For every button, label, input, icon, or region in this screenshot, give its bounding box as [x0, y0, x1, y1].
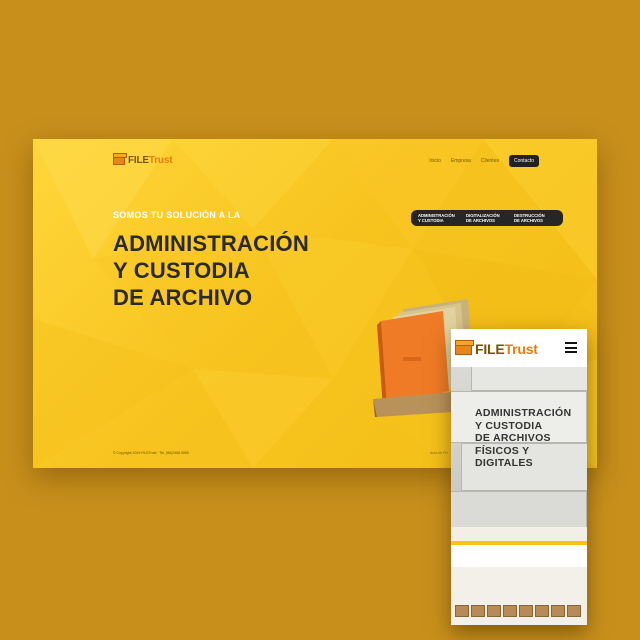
- desktop-nav: Inicio Empresa Clientes Contacto: [429, 155, 539, 167]
- nav-empresa[interactable]: Empresa: [451, 158, 471, 164]
- mobile-headline-line-3: DE ARCHIVOS: [475, 432, 551, 444]
- hero-headline-line-2: Y CUSTODIA: [113, 258, 250, 283]
- mobile-logo[interactable]: FILETrust: [455, 339, 538, 357]
- logo-wordmark: FILETrust: [128, 155, 173, 166]
- hero-headline-line-1: ADMINISTRACIÓN: [113, 231, 309, 256]
- pill-digitalizacion[interactable]: DIGITALIZACIÓN DE ARCHIVOS: [466, 213, 508, 223]
- mobile-headline-line-1: ADMINISTRACIÓN: [475, 407, 572, 419]
- hero-kicker: SOMOS TU SOLUCIÓN A LA: [113, 210, 241, 220]
- mobile-headline-line-4: FÍSICOS Y: [475, 444, 530, 457]
- mobile-headline: ADMINISTRACIÓN Y CUSTODIA DE ARCHIVOS FÍ…: [475, 407, 571, 470]
- mobile-headline-line-2: Y CUSTODIA: [475, 419, 543, 432]
- box-logo-icon: [113, 153, 127, 165]
- hero-headline: ADMINISTRACIÓN Y CUSTODIA DE ARCHIVO: [113, 230, 309, 311]
- service-pills: ADMINISTRACIÓN Y CUSTODIA DIGITALIZACIÓN D…: [411, 210, 563, 226]
- hero-headline-line-3: DE ARCHIVO: [113, 285, 253, 310]
- archive-box-lid: [471, 367, 587, 391]
- pill-administracion[interactable]: ADMINISTRACIÓN Y CUSTODIA: [418, 213, 460, 223]
- nav-contacto-button[interactable]: Contacto: [508, 155, 539, 167]
- box-logo-icon: [455, 339, 474, 355]
- nav-inicio[interactable]: Inicio: [429, 158, 441, 164]
- nav-clientes[interactable]: Clientes: [481, 158, 499, 164]
- footer-link[interactable]: Area de Pri: [430, 451, 448, 455]
- logo-wordmark: FILETrust: [475, 341, 538, 357]
- mobile-hero: ADMINISTRACIÓN Y CUSTODIA DE ARCHIVOS FÍ…: [451, 367, 587, 527]
- desktop-logo[interactable]: FILETrust: [113, 153, 173, 166]
- hamburger-icon[interactable]: [565, 342, 577, 353]
- warehouse-boxes: [455, 605, 581, 617]
- mobile-divider: [451, 527, 587, 541]
- mobile-headline-line-5: DIGITALES: [475, 457, 533, 469]
- mobile-warehouse-image: [451, 567, 587, 625]
- mobile-mockup: FILETrust ADMINISTRACIÓN Y CUSTODIA DE A…: [451, 329, 587, 625]
- mobile-spacer: [451, 545, 587, 567]
- archive-box: [451, 491, 587, 527]
- footer-copyright: © Copyright 2019 FILETrust · Tel. (56)24…: [113, 451, 189, 455]
- mobile-header: FILETrust: [451, 329, 587, 367]
- pill-destruccion[interactable]: DESTRUCCIÓN DE ARCHIVOS: [514, 213, 556, 223]
